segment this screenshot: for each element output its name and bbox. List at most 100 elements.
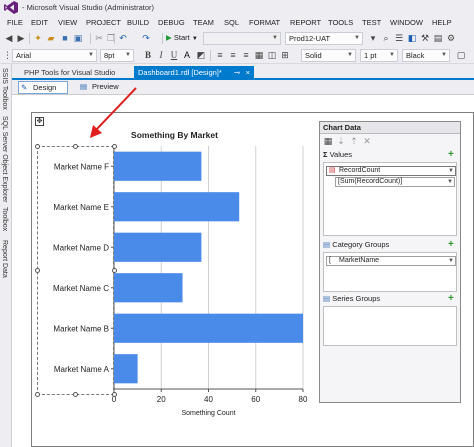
delete-icon[interactable]: ✕ [362,136,372,146]
debug-target-dropdown[interactable]: ▼ [203,32,281,45]
bar[interactable] [114,313,303,343]
tab-toolbox[interactable]: Toolbox [1,207,8,231]
category-field[interactable]: [ MarketName ▼ [326,256,456,266]
start-label: Start [173,33,190,42]
save-all-icon[interactable]: ▣ [73,33,83,43]
new-project-icon[interactable]: ✦ [33,33,43,43]
font-family-dropdown[interactable]: Arial ▼ [12,49,97,62]
bar[interactable] [114,354,138,384]
border-options-icon[interactable]: ⊞ [280,50,290,60]
background-color-icon[interactable]: ◩ [196,50,206,60]
menu-format[interactable]: FORMAT [249,18,280,27]
bar[interactable] [114,192,240,222]
close-icon[interactable]: × [246,66,250,79]
configuration-dropdown[interactable]: Prod12-UAT ▼ [285,32,363,45]
resize-handle[interactable] [35,144,40,149]
x-axis-title[interactable]: Something Count [181,410,235,417]
resize-handle[interactable] [112,392,117,397]
design-button[interactable]: ✎ Design [18,81,68,94]
bar[interactable] [114,273,183,303]
toolbar-separator [210,50,211,61]
move-handle-icon[interactable]: ✥ [35,117,44,126]
tab-dashboard-label: Dashboard1.rdl [Design]* [138,68,222,77]
value-expression[interactable]: [Sum(RecordCount)] ▼ [335,177,455,187]
menu-file[interactable]: FILE [7,18,23,27]
add-value-icon[interactable]: + [448,150,456,160]
values-list: ▤ RecordCount ▼ [Sum(RecordCount)] ▼ [323,162,457,236]
menu-edit[interactable]: EDIT [31,18,48,27]
menu-window[interactable]: WINDOW [390,18,423,27]
menu-debug[interactable]: DEBUG [158,18,185,27]
font-size-dropdown[interactable]: 8pt ▼ [100,49,134,62]
bold-button[interactable]: B [143,50,153,60]
resize-handle[interactable] [35,268,40,273]
value-field[interactable]: ▤ RecordCount ▼ [326,166,456,176]
resize-handle[interactable] [73,144,78,149]
options-icon[interactable]: ⚙ [446,33,456,43]
font-color-icon[interactable]: A [182,50,192,60]
tab-sql-server-object-explorer[interactable]: SQL Server Object Explorer [1,116,8,203]
menu-report[interactable]: REPORT [290,18,321,27]
chevron-down-icon: ▼ [125,52,131,58]
menu-help[interactable]: HELP [432,18,452,27]
save-icon[interactable]: ■ [60,33,70,43]
align-left-icon[interactable]: ≡ [215,50,225,60]
resize-handle[interactable] [35,392,40,397]
line-style-dropdown[interactable]: Solid ▼ [301,49,356,62]
line-color-dropdown[interactable]: Black ▼ [402,49,450,62]
resize-handle[interactable] [112,268,117,273]
menu-project[interactable]: PROJECT [86,18,121,27]
menu-test[interactable]: TEST [362,18,381,27]
toolbar-options-icon[interactable]: ▾ [368,33,378,43]
border-style-icon[interactable]: ◫ [267,50,277,60]
underline-button[interactable]: U [169,50,179,60]
tab-dashboard-design[interactable]: Dashboard1.rdl [Design]* ⊸ × [134,66,254,80]
solution-explorer-icon[interactable]: ◧ [407,33,417,43]
menu-view[interactable]: VIEW [58,18,77,27]
add-series-icon[interactable]: + [448,294,456,304]
tab-report-data[interactable]: Report Data [1,240,8,278]
pin-icon[interactable]: ⊸ [234,66,240,79]
cut-icon[interactable]: ✂ [94,33,104,43]
category-groups-header: ▤ Category Groups [323,240,389,249]
series-groups-list [323,306,457,346]
resize-handle[interactable] [73,392,78,397]
report-formatting-toolbar: ⋮ Arial ▼ 8pt ▼ B I U A ◩ ≡ ≡ ≡ ▦ ◫ ⊞ Soli… [0,47,474,64]
menu-team[interactable]: TEAM [193,18,214,27]
bar[interactable] [114,232,202,262]
toolbar-separator [29,33,30,44]
line-width-dropdown[interactable]: 1 pt ▼ [360,49,398,62]
align-center-icon[interactable]: ≡ [228,50,238,60]
italic-button[interactable]: I [156,50,166,60]
add-category-icon[interactable]: + [448,240,456,250]
undo-icon[interactable]: ↶ [118,33,128,43]
open-icon[interactable]: ▰ [46,33,56,43]
sigma-icon: Σ [323,150,328,159]
border-apply-icon[interactable]: ▢ [456,50,466,60]
axis-selection-box[interactable] [37,146,114,395]
back-icon[interactable]: ◀ [4,33,14,43]
menu-build[interactable]: BUILD [127,18,149,27]
find-icon[interactable]: ⌕ [381,33,391,43]
properties-icon[interactable]: ☰ [394,33,404,43]
move-down-icon[interactable]: ⇣ [336,136,346,146]
chevron-down-icon: ▼ [441,52,447,58]
chevron-down-icon: ▼ [347,52,353,58]
tab-php-tools[interactable]: PHP Tools for Visual Studio [20,66,119,80]
move-up-icon[interactable]: ⇡ [349,136,359,146]
standard-toolbar: ◀ ▶ ✦ ▰ ■ ▣ ✂ ❐ ↶ ↷ ▶ Start ▼ ▼ Prod12-U… [0,30,474,47]
border-icon[interactable]: ▦ [254,50,264,60]
start-button[interactable]: ▶ Start ▼ [166,33,198,42]
menu-tools[interactable]: TOOLS [328,18,353,27]
forward-icon[interactable]: ▶ [16,33,26,43]
output-icon[interactable]: ▤ [433,33,443,43]
toolbar-grip-icon[interactable]: ⋮ [3,50,12,60]
bar[interactable] [114,151,202,181]
menu-sql[interactable]: SQL [224,18,239,27]
properties-icon[interactable]: ▦ [323,136,333,146]
redo-icon[interactable]: ↷ [141,33,151,43]
document-tabs: PHP Tools for Visual Studio Dashboard1.r… [12,64,474,80]
toolbox-icon[interactable]: ⚒ [420,33,430,43]
align-right-icon[interactable]: ≡ [241,50,251,60]
tab-ssis-toolbox[interactable]: SSIS Toolbox [1,68,8,110]
